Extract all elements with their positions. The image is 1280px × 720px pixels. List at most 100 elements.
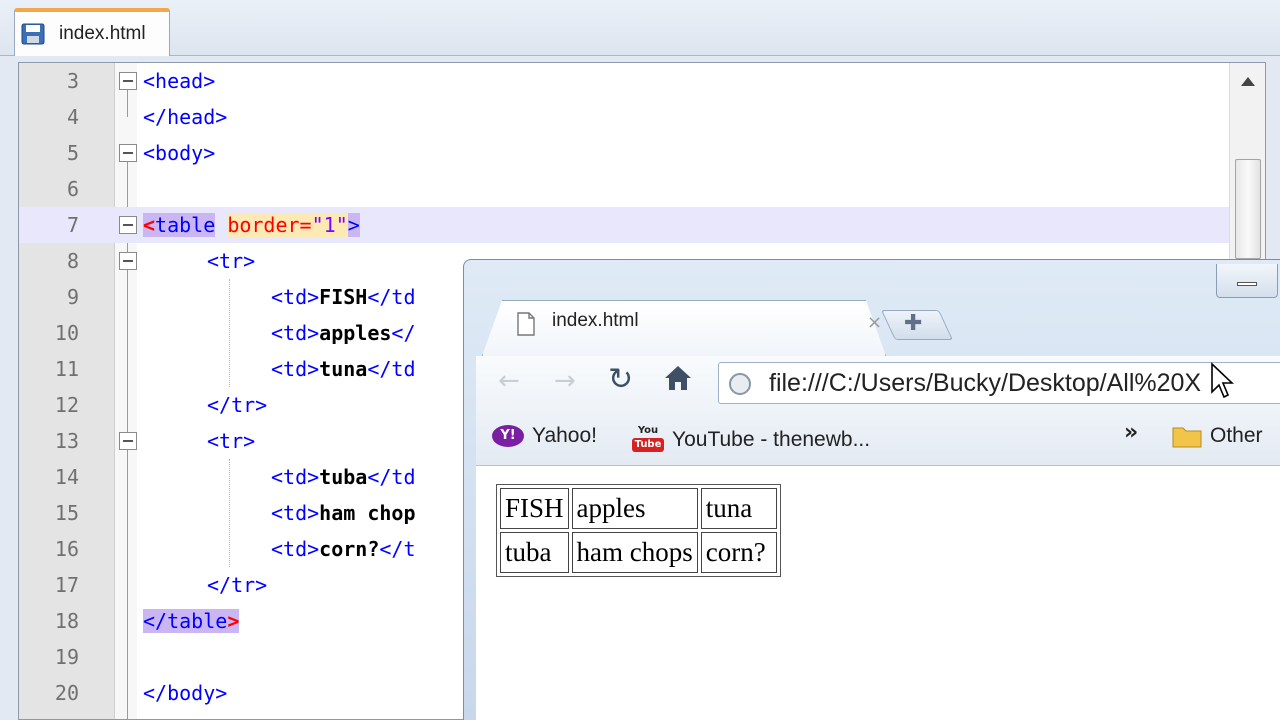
tag-name: table (155, 213, 216, 237)
table-row: tuba ham chops corn? (500, 532, 778, 573)
td-close: </td (367, 285, 416, 309)
table-cell: corn? (700, 532, 778, 573)
brace-match: < (143, 213, 156, 237)
bookmark-label: Other (1210, 424, 1263, 447)
url-text: file:///C:/Users/Bucky/Desktop/All%20X (769, 369, 1202, 397)
table-cell: tuba (500, 532, 569, 573)
td-open: <td> (271, 321, 320, 345)
code-text: <head> (143, 69, 216, 93)
scroll-thumb[interactable] (1235, 159, 1261, 259)
line-number: 18 (54, 609, 79, 633)
code-text: <td>apples</ (271, 315, 416, 351)
code-text: <td>ham chop (271, 495, 416, 531)
line-number: 12 (54, 393, 79, 417)
cell-text: tuna (319, 357, 368, 381)
globe-icon (729, 373, 751, 395)
line-number: 4 (66, 105, 79, 129)
code-text: </body> (143, 681, 228, 705)
bookmark-youtube[interactable]: You Tube YouTube - thenewb... (632, 424, 870, 456)
save-icon (21, 23, 45, 45)
line-number: 13 (54, 429, 79, 453)
other-bookmarks[interactable]: Other (1172, 424, 1263, 448)
page-viewport: FISH apples tuna tuba ham chops corn? (476, 466, 1280, 720)
fold-toggle-icon[interactable] (119, 252, 137, 270)
brace-close: > (347, 213, 360, 237)
code-text: <td>tuna</td (271, 351, 416, 387)
code-text: <body> (143, 141, 216, 165)
plus-icon[interactable]: ✚ (904, 311, 922, 336)
line-number: 16 (54, 537, 79, 561)
td-open: <td> (271, 465, 320, 489)
table-cell: apples (571, 488, 698, 529)
td-close: </td (367, 357, 416, 381)
code-line: 3 <head> (19, 63, 1229, 99)
code-text: <td>corn?</t (271, 531, 416, 567)
line-number: 9 (66, 285, 79, 309)
cell-text: apples (319, 321, 392, 345)
attribute-name: border= (227, 213, 312, 237)
code-text: <td>tuba</td (271, 459, 416, 495)
back-arrow-icon[interactable]: ← (498, 366, 520, 396)
line-number: 10 (54, 321, 79, 345)
youtube-icon: You Tube (632, 424, 664, 456)
minimize-button[interactable] (1216, 264, 1278, 298)
address-bar[interactable]: file:///C:/Users/Bucky/Desktop/All%20X (718, 362, 1280, 404)
line-number: 19 (54, 645, 79, 669)
bookmarks-bar: Y! Yahoo! You Tube YouTube - thenewb... »… (476, 412, 1280, 466)
code-line-current: 7 <table border="1"> (19, 207, 1229, 243)
code-text: </tr> (207, 573, 268, 597)
more-bookmarks-icon[interactable]: » (1124, 420, 1138, 445)
youtube-icon-top: You (637, 425, 659, 436)
line-number: 15 (54, 501, 79, 525)
code-text: </head> (143, 105, 228, 129)
line-number: 17 (54, 573, 79, 597)
scroll-up-icon[interactable] (1241, 77, 1255, 86)
tag-name: table (167, 609, 228, 633)
line-number: 3 (66, 69, 79, 93)
code-text: </table> (143, 603, 240, 639)
close-tab-icon[interactable]: × (867, 312, 882, 333)
line-number: 7 (66, 213, 79, 237)
fold-toggle-icon[interactable] (119, 216, 137, 234)
table-cell: tuna (700, 488, 778, 529)
table-cell: FISH (500, 488, 569, 529)
td-open: <td> (271, 537, 320, 561)
yahoo-icon: Y! (492, 425, 524, 447)
fold-toggle-icon[interactable] (119, 144, 137, 162)
td-close: </t (379, 537, 416, 561)
line-number: 6 (66, 177, 79, 201)
reload-icon[interactable]: ↻ (608, 362, 633, 397)
home-icon[interactable] (662, 362, 694, 394)
line-number: 14 (54, 465, 79, 489)
bookmark-label: YouTube - thenewb... (672, 428, 871, 451)
code-line: 6 (19, 171, 1229, 207)
bookmark-yahoo[interactable]: Y! Yahoo! (492, 424, 597, 448)
rendered-table: FISH apples tuna tuba ham chops corn? (496, 484, 782, 577)
attribute-value: "1" (311, 213, 348, 237)
editor-tab-label: index.html (59, 23, 146, 44)
tab-shape (482, 300, 886, 356)
brace-open: </ (143, 609, 168, 633)
cell-text: ham chop (319, 501, 416, 525)
editor-file-tab[interactable]: index.html (14, 8, 170, 56)
fold-toggle-icon[interactable] (119, 72, 137, 90)
youtube-icon-bottom: Tube (632, 438, 664, 452)
browser-tab[interactable]: index.html × (482, 300, 886, 356)
browser-toolbar: ← → ↻ file:///C:/Users/Bucky/Desktop/All… (476, 356, 1280, 412)
mouse-cursor-icon (1211, 362, 1234, 399)
code-text: <table border="1"> (143, 207, 360, 243)
bookmark-label: Yahoo! (532, 424, 597, 447)
table-cell: ham chops (571, 532, 698, 573)
code-text: <tr> (207, 249, 256, 273)
line-number: 11 (54, 357, 79, 381)
forward-arrow-icon[interactable]: → (554, 366, 576, 396)
cell-text: FISH (319, 285, 368, 309)
cell-text: tuba (319, 465, 368, 489)
folder-icon (1172, 427, 1202, 448)
cell-text: corn? (319, 537, 380, 561)
line-number: 8 (66, 249, 79, 273)
line-number: 5 (66, 141, 79, 165)
brace-match: > (227, 609, 240, 633)
tab-title: index.html (552, 310, 639, 331)
fold-toggle-icon[interactable] (119, 432, 137, 450)
